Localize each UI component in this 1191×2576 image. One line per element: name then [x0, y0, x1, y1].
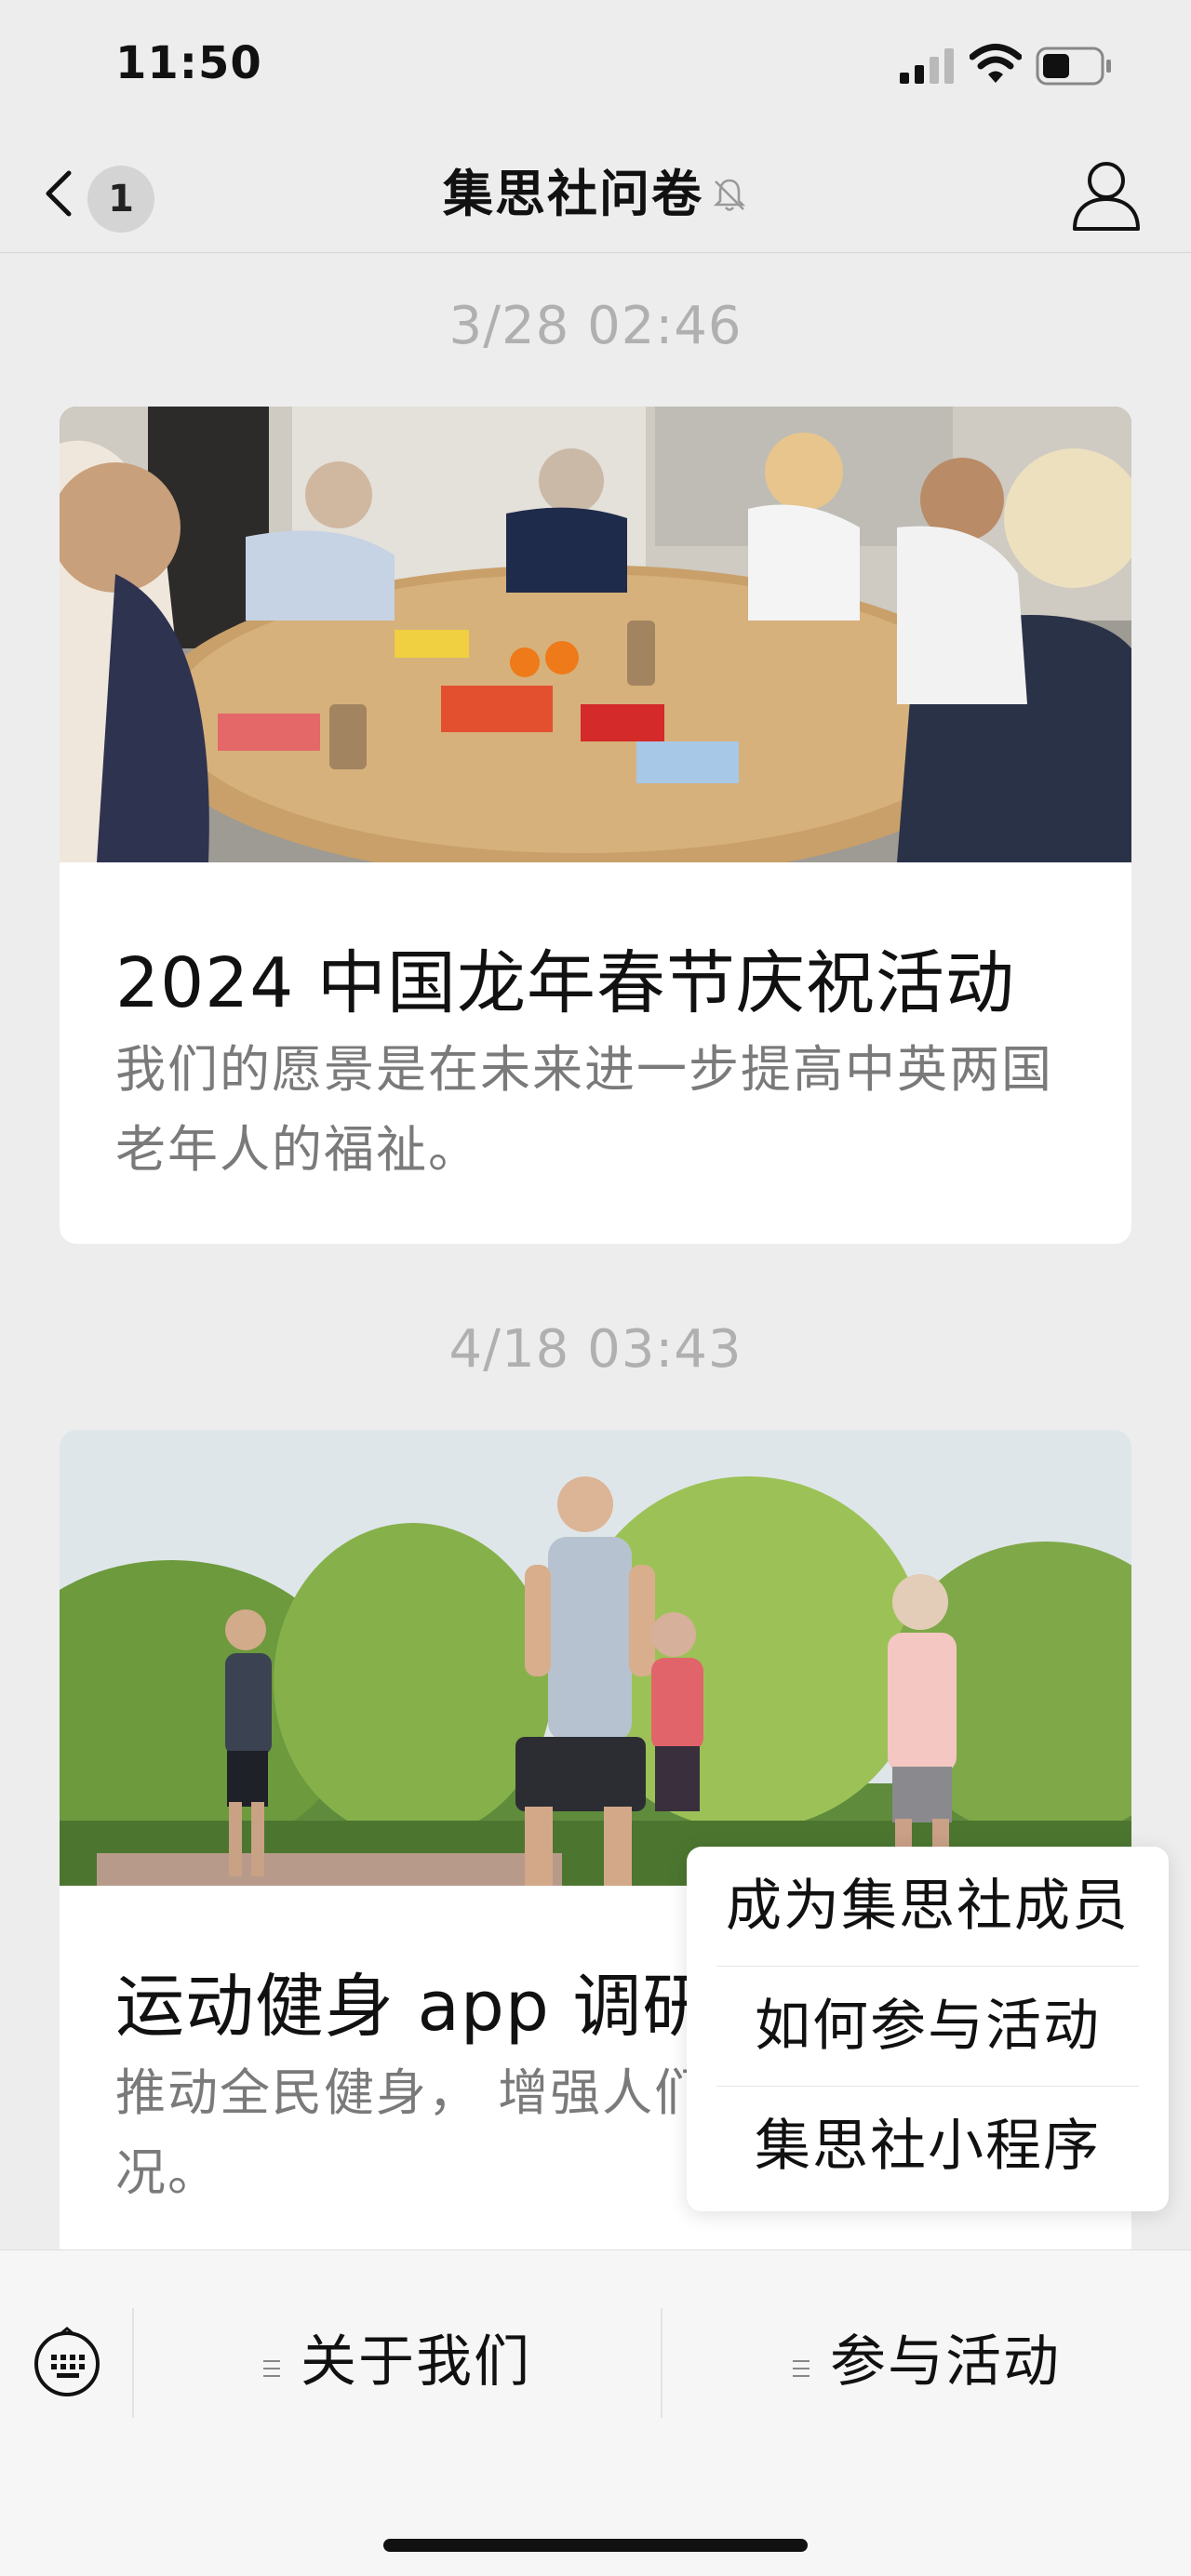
person-icon[interactable] — [1070, 156, 1143, 233]
bell-muted-icon — [713, 179, 746, 211]
menu-item-mini-program[interactable]: 集思社小程序 — [716, 2087, 1139, 2206]
article-title: 2024 中国龙年春节庆祝活动 — [115, 943, 1015, 1023]
article-card[interactable]: 2024 中国龙年春节庆祝活动 我们的愿景是在未来进一步提高中英两国老年人的福祉… — [60, 407, 1131, 1244]
message-timestamp: 4/18 03:43 — [448, 1319, 743, 1380]
cellular-signal-icon — [900, 48, 954, 84]
article-title: 运动健身 app 调研 — [115, 1967, 713, 2047]
menu-lines-icon — [263, 2360, 280, 2377]
message-timestamp: 3/28 02:46 — [448, 296, 743, 356]
menu-label: 参与活动 — [830, 2329, 1061, 2395]
menu-item-how-to-participate[interactable]: 如何参与活动 — [716, 1967, 1139, 2086]
unread-count-badge: 1 — [87, 166, 154, 233]
chevron-left-icon — [46, 170, 72, 217]
popup-submenu: 成为集思社成员 如何参与活动 集思社小程序 — [687, 1847, 1169, 2211]
photo-seniors-crafting-at-table — [60, 407, 1131, 862]
home-indicator — [383, 2539, 808, 2552]
keyboard-icon[interactable] — [32, 2327, 102, 2397]
menu-lines-icon — [793, 2360, 810, 2377]
chat-title: 集思社问卷 — [443, 165, 703, 223]
menu-item-become-member[interactable]: 成为集思社成员 — [716, 1847, 1139, 1966]
status-bar: 11:50 — [0, 0, 1191, 140]
wifi-icon — [970, 44, 1022, 83]
status-time: 11:50 — [115, 37, 262, 89]
bottom-menu-bar: 关于我们 参与活动 — [0, 2249, 1191, 2576]
menu-participate-button[interactable]: 参与活动 — [662, 2306, 1191, 2418]
back-button[interactable]: 1 — [41, 158, 162, 233]
nav-title-wrap: 集思社问卷 — [0, 140, 1191, 253]
menu-about-us-button[interactable]: 关于我们 — [134, 2306, 661, 2418]
menu-label: 关于我们 — [301, 2329, 531, 2395]
photo-seniors-jogging-in-park — [60, 1430, 1131, 1886]
nav-bar: 集思社问卷 1 — [0, 140, 1191, 253]
article-description: 我们的愿景是在未来进一步提高中英两国老年人的福祉。 — [115, 1040, 1053, 1179]
battery-icon — [1036, 47, 1111, 86]
